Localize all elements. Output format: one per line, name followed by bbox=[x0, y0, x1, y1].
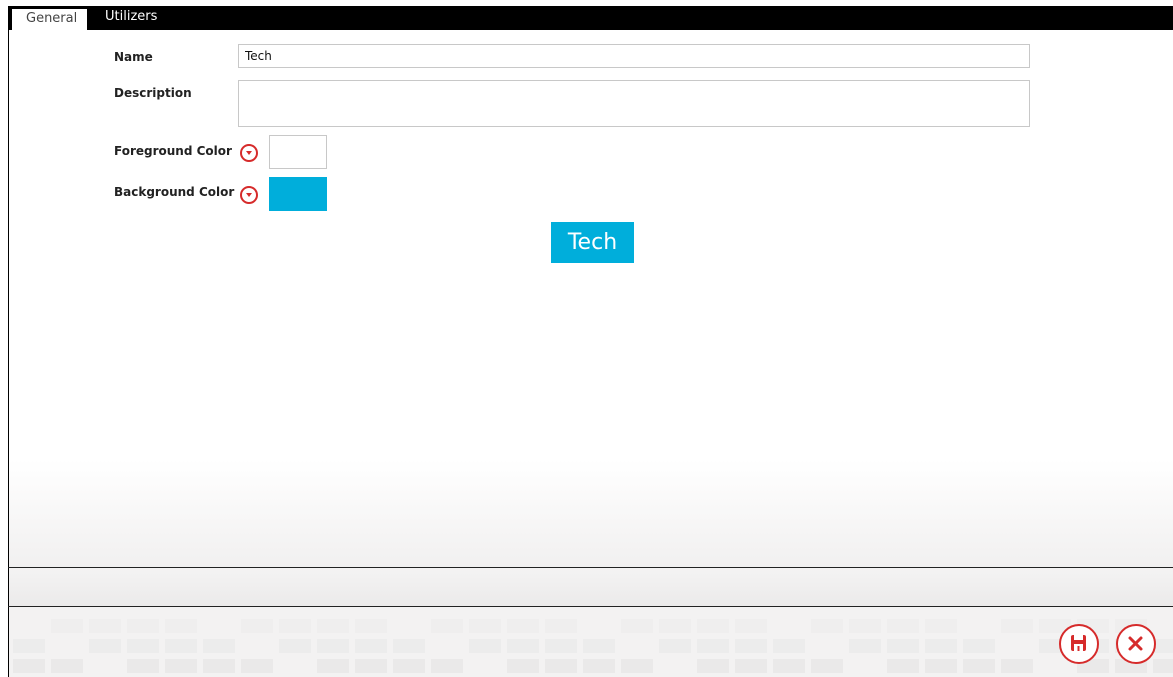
footer-tile bbox=[317, 639, 349, 653]
footer-tile bbox=[431, 659, 463, 673]
description-label: Description bbox=[114, 86, 192, 100]
footer-tile bbox=[89, 639, 121, 653]
footer-tile bbox=[887, 619, 919, 633]
status-bar bbox=[9, 568, 1173, 606]
footer-tile bbox=[165, 619, 197, 633]
footer-tile bbox=[811, 619, 843, 633]
footer-tile bbox=[317, 619, 349, 633]
footer-tile bbox=[355, 619, 387, 633]
footer-tile bbox=[697, 659, 729, 673]
save-icon bbox=[1071, 635, 1086, 651]
name-input[interactable] bbox=[238, 44, 1030, 68]
footer-tile bbox=[13, 659, 45, 673]
footer-tile bbox=[963, 639, 995, 653]
tab-utilizers[interactable]: Utilizers bbox=[95, 6, 167, 30]
footer-bar bbox=[9, 607, 1173, 677]
close-icon bbox=[1128, 636, 1143, 651]
footer-tile bbox=[507, 619, 539, 633]
footer-tile bbox=[279, 619, 311, 633]
footer-tile bbox=[13, 639, 45, 653]
footer-tile bbox=[887, 639, 919, 653]
footer-tile bbox=[697, 639, 729, 653]
general-panel: Name Description Foreground Color Backgr… bbox=[9, 30, 1173, 567]
footer-tile bbox=[317, 659, 349, 673]
footer-tile bbox=[583, 659, 615, 673]
footer-tile bbox=[469, 619, 501, 633]
footer-tile bbox=[925, 659, 957, 673]
footer-tile bbox=[279, 639, 311, 653]
footer-tile bbox=[621, 619, 653, 633]
footer-tile bbox=[203, 659, 235, 673]
footer-tile bbox=[127, 639, 159, 653]
name-label: Name bbox=[114, 50, 153, 64]
background-color-label: Background Color bbox=[114, 185, 235, 199]
foreground-color-label: Foreground Color bbox=[114, 144, 232, 158]
footer-tile bbox=[735, 619, 767, 633]
footer-tile bbox=[1153, 659, 1173, 673]
footer-tile bbox=[507, 659, 539, 673]
footer-tile bbox=[1001, 619, 1033, 633]
footer-tile bbox=[963, 659, 995, 673]
footer-tile bbox=[773, 659, 805, 673]
footer-tile bbox=[51, 659, 83, 673]
save-button[interactable] bbox=[1059, 624, 1099, 664]
footer-tile bbox=[165, 659, 197, 673]
footer-tile bbox=[545, 659, 577, 673]
footer-tile bbox=[735, 659, 767, 673]
footer-tile bbox=[127, 619, 159, 633]
footer-tile bbox=[431, 619, 463, 633]
footer-tile bbox=[887, 659, 919, 673]
footer-tile bbox=[355, 639, 387, 653]
footer-pattern bbox=[9, 607, 1173, 677]
tab-bar: General Utilizers bbox=[8, 6, 1173, 30]
footer-tile bbox=[507, 639, 539, 653]
footer-tile bbox=[203, 639, 235, 653]
footer-tile bbox=[241, 619, 273, 633]
footer-tile bbox=[545, 619, 577, 633]
footer-tile bbox=[659, 639, 691, 653]
footer-tile bbox=[355, 659, 387, 673]
foreground-color-swatch[interactable] bbox=[269, 135, 327, 169]
footer-tile bbox=[697, 619, 729, 633]
footer-tile bbox=[1153, 639, 1173, 653]
foreground-color-dropdown-icon[interactable] bbox=[240, 144, 258, 162]
footer-tile bbox=[127, 659, 159, 673]
footer-tile bbox=[545, 639, 577, 653]
footer-tile bbox=[811, 659, 843, 673]
footer-tile bbox=[469, 639, 501, 653]
footer-tile bbox=[241, 659, 273, 673]
description-field[interactable] bbox=[238, 80, 1030, 127]
tab-general[interactable]: General bbox=[12, 9, 88, 30]
footer-tile bbox=[849, 619, 881, 633]
footer-tile bbox=[659, 619, 691, 633]
footer-tile bbox=[621, 659, 653, 673]
cancel-button[interactable] bbox=[1116, 624, 1156, 664]
footer-tile bbox=[393, 659, 425, 673]
background-color-swatch[interactable] bbox=[269, 177, 327, 211]
footer-tile bbox=[925, 639, 957, 653]
footer-tile bbox=[925, 619, 957, 633]
background-color-dropdown-icon[interactable] bbox=[240, 186, 258, 204]
footer-tile bbox=[735, 639, 767, 653]
footer-tile bbox=[393, 639, 425, 653]
footer-tile bbox=[1001, 659, 1033, 673]
color-preview: Tech bbox=[551, 222, 634, 263]
footer-tile bbox=[583, 639, 615, 653]
footer-tile bbox=[165, 639, 197, 653]
footer-tile bbox=[51, 619, 83, 633]
footer-tile bbox=[849, 639, 881, 653]
footer-tile bbox=[89, 619, 121, 633]
footer-tile bbox=[773, 639, 805, 653]
